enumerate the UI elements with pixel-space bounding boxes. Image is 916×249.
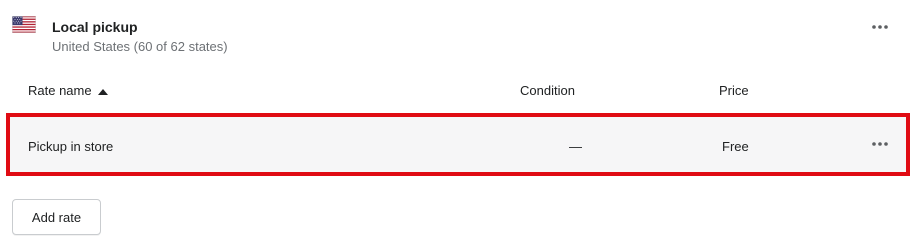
column-header-rate-name[interactable]: Rate name bbox=[28, 83, 108, 99]
zone-header: Local pickup United States (60 of 62 sta… bbox=[0, 0, 916, 64]
add-rate-button[interactable]: Add rate bbox=[12, 199, 101, 235]
rate-condition-cell: — bbox=[569, 139, 582, 154]
column-header-condition: Condition bbox=[520, 83, 575, 98]
rates-table-header: Rate name Condition Price bbox=[0, 72, 916, 110]
horizontal-dots-icon bbox=[872, 142, 888, 146]
zone-subtitle: United States (60 of 62 states) bbox=[52, 39, 228, 54]
table-row[interactable]: Pickup in store — Free bbox=[6, 113, 910, 176]
zone-more-actions-button[interactable] bbox=[866, 17, 894, 37]
rate-name-cell: Pickup in store bbox=[28, 139, 114, 154]
us-flag-icon bbox=[12, 16, 36, 33]
zone-title: Local pickup bbox=[52, 19, 138, 35]
column-header-label: Rate name bbox=[28, 83, 92, 98]
caret-up-icon bbox=[97, 83, 108, 99]
row-more-actions-button[interactable] bbox=[866, 134, 894, 154]
column-header-price: Price bbox=[719, 83, 749, 98]
rate-price-cell: Free bbox=[722, 139, 749, 154]
horizontal-dots-icon bbox=[872, 25, 888, 29]
